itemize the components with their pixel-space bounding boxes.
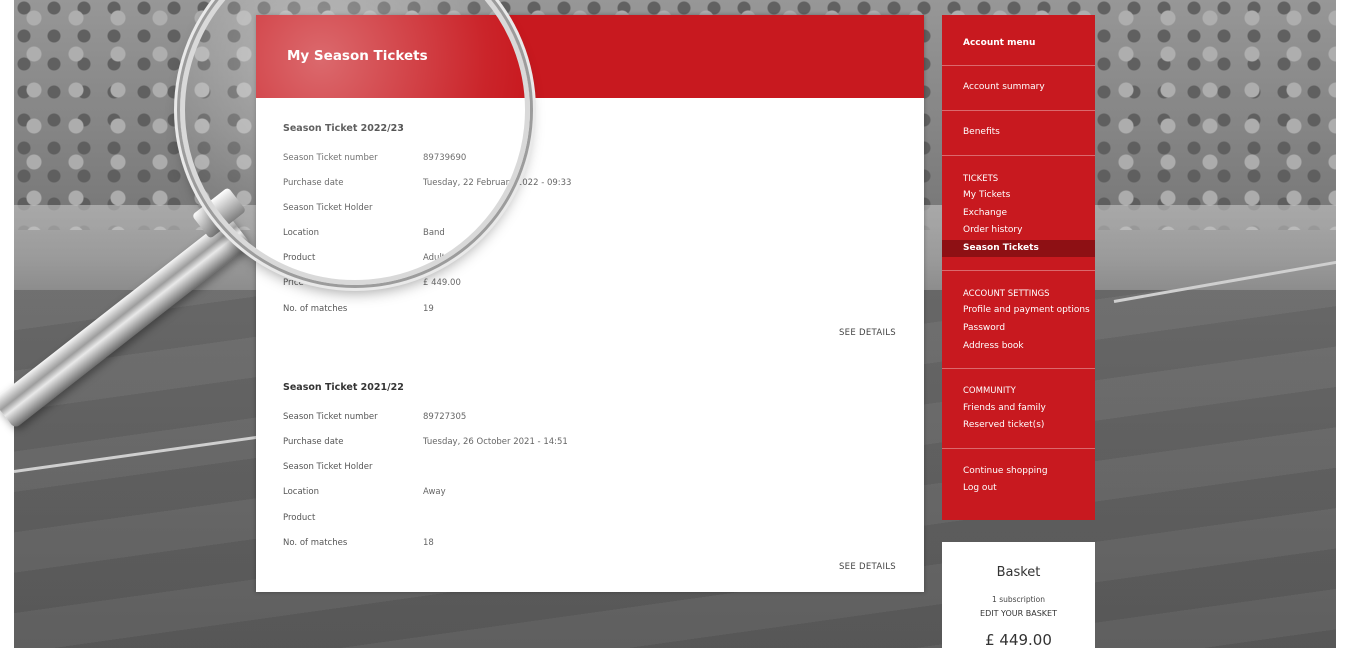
menu-item-exchange[interactable]: Exchange [963, 208, 1007, 218]
ticket-2021-22: Season Ticket 2021/22 Season Ticket numb… [283, 382, 903, 572]
menu-item-password[interactable]: Password [963, 323, 1005, 333]
menu-item-profile-payment[interactable]: Profile and payment options [963, 305, 1090, 315]
row-value: Adult [423, 253, 446, 263]
menu-section-benefits: Benefits [942, 111, 1095, 156]
row-label: Product [283, 253, 316, 263]
row-label: Price [283, 278, 304, 288]
menu-item-friends-family[interactable]: Friends and family [963, 403, 1046, 413]
menu-section-settings: ACCOUNT SETTINGS Profile and payment opt… [942, 271, 1095, 369]
row-label: No. of matches [283, 304, 348, 314]
row-value: 18 [423, 538, 434, 548]
basket-subscription-count: 1 subscription [992, 595, 1045, 604]
ticket-title: Season Ticket 2022/23 [283, 123, 404, 134]
row-value: Tuesday, 22 February 2022 - 09:33 [423, 178, 572, 188]
menu-item-address-book[interactable]: Address book [963, 341, 1024, 351]
row-value: 19 [423, 304, 434, 314]
row-value: Band [423, 228, 445, 238]
row-label: Season Ticket number [283, 412, 378, 422]
ticket-2022-23: Season Ticket 2022/23 Season Ticket numb… [283, 123, 903, 338]
menu-heading-account-settings: ACCOUNT SETTINGS [963, 289, 1050, 299]
menu-item-benefits[interactable]: Benefits [963, 127, 1000, 137]
row-label: Season Ticket Holder [283, 203, 373, 213]
menu-section-summary: Account summary [942, 66, 1095, 111]
row-label: Season Ticket Holder [283, 462, 373, 472]
menu-heading-community: COMMUNITY [963, 386, 1016, 396]
menu-item-order-history[interactable]: Order history [963, 225, 1022, 235]
menu-section-community: COMMUNITY Friends and family Reserved ti… [942, 369, 1095, 449]
see-details-link[interactable]: SEE DETAILS [839, 562, 896, 572]
ticket-title: Season Ticket 2021/22 [283, 382, 404, 393]
row-value: 89727305 [423, 412, 467, 422]
menu-item-my-tickets[interactable]: My Tickets [963, 190, 1010, 200]
basket-total: £ 449.00 [985, 631, 1052, 649]
menu-item-season-tickets-label: Season Tickets [963, 243, 1039, 253]
menu-item-season-tickets[interactable]: Season Tickets [942, 240, 1095, 257]
menu-item-account-summary[interactable]: Account summary [963, 82, 1045, 92]
row-label: Purchase date [283, 178, 344, 188]
edit-basket-link[interactable]: EDIT YOUR BASKET [942, 609, 1095, 618]
menu-item-reserved-tickets[interactable]: Reserved ticket(s) [963, 420, 1044, 430]
card-header: My Season Tickets [256, 15, 924, 98]
row-value: 89739690 [423, 153, 467, 163]
menu-heading-tickets: TICKETS [963, 174, 999, 184]
row-value: Away [423, 487, 446, 497]
row-label: Purchase date [283, 437, 344, 447]
row-label: Product [283, 513, 316, 523]
account-menu: Account menu Account summary Benefits TI… [942, 15, 1095, 520]
row-label: No. of matches [283, 538, 348, 548]
row-label: Location [283, 228, 319, 238]
basket-panel: Basket 1 subscription EDIT YOUR BASKET £… [942, 542, 1095, 652]
menu-section-header: Account menu [942, 15, 1095, 66]
row-label: Season Ticket number [283, 153, 378, 163]
row-label: Location [283, 487, 319, 497]
row-value: Tuesday, 26 October 2021 - 14:51 [423, 437, 568, 447]
page-title: My Season Tickets [287, 48, 428, 64]
account-menu-title: Account menu [963, 38, 1036, 48]
basket-title: Basket [996, 565, 1041, 580]
see-details-link[interactable]: SEE DETAILS [839, 328, 896, 338]
menu-item-log-out[interactable]: Log out [963, 483, 997, 493]
row-value: £ 449.00 [423, 278, 461, 288]
season-tickets-card: My Season Tickets Season Ticket 2022/23 … [256, 15, 924, 592]
menu-item-continue-shopping[interactable]: Continue shopping [963, 466, 1048, 476]
